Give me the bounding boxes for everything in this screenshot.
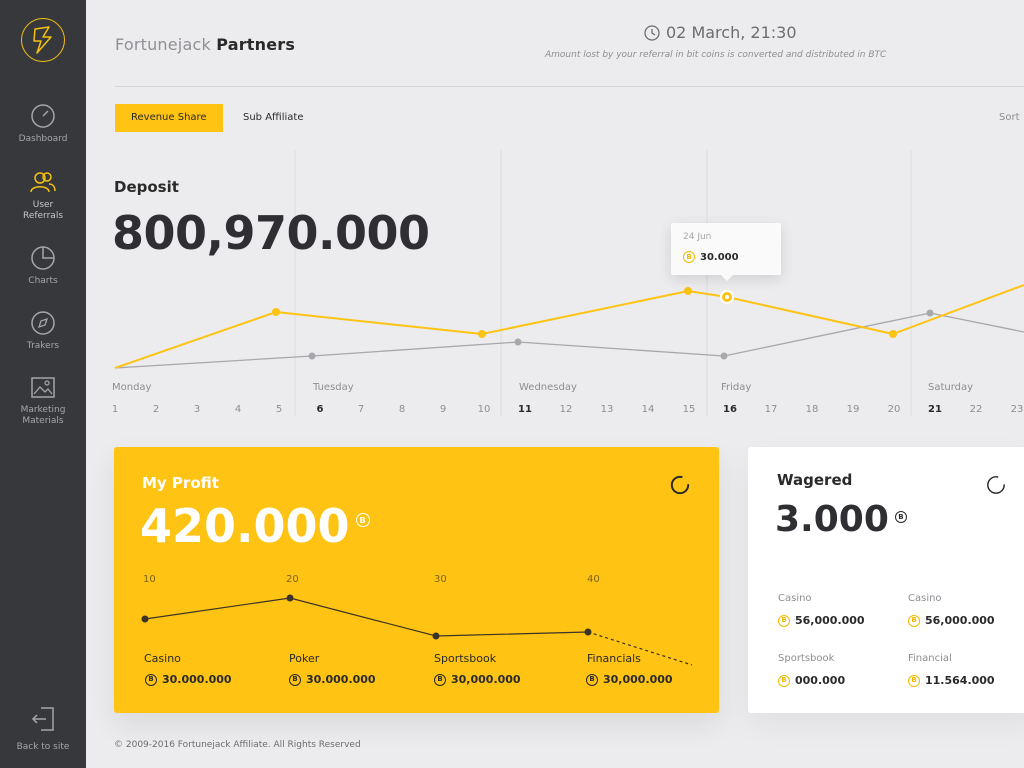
date-number[interactable]: 4 — [228, 404, 248, 415]
gray-point — [308, 352, 316, 360]
wagered-amount: B 000.000 — [778, 674, 845, 687]
wagered-category: Casino — [908, 593, 942, 604]
profit-point — [584, 628, 592, 636]
selected-point-center — [725, 295, 729, 299]
gray-point — [926, 309, 934, 317]
back-label: Back to site — [16, 742, 70, 752]
bitcoin-icon: B — [145, 673, 157, 686]
date-number[interactable]: 19 — [843, 404, 863, 415]
bitcoin-icon: B — [434, 673, 446, 686]
profit-point — [432, 632, 440, 640]
yellow-point — [684, 287, 692, 295]
profit-amount-value: 30.000.000 — [162, 673, 232, 686]
wagered-amount: B 56,000.000 — [908, 614, 995, 627]
deposit-value: 800,970.000 — [112, 206, 430, 260]
bitcoin-icon: B — [908, 674, 920, 687]
profit-category: Casino — [144, 652, 181, 665]
wagered-value-row: 3.000 B — [775, 499, 907, 540]
date-number[interactable]: 7 — [351, 404, 371, 415]
day-label: Tuesday — [313, 382, 354, 393]
wagered-amount-value: 000.000 — [795, 674, 846, 687]
profit-line — [144, 597, 589, 637]
bitcoin-icon: B — [778, 674, 790, 687]
date-number[interactable]: 21 — [925, 404, 945, 415]
tooltip-date: 24 Jun — [683, 232, 712, 242]
profit-point — [286, 594, 294, 602]
wagered-card: Wagered 3.000 B Casino Casino B 56,000.00… — [748, 447, 1024, 713]
date-number[interactable]: 3 — [187, 404, 207, 415]
date-number[interactable]: 20 — [884, 404, 904, 415]
profit-amount: B 30,000.000 — [434, 673, 521, 686]
refresh-icon[interactable] — [986, 475, 1006, 495]
date-number[interactable]: 12 — [556, 404, 576, 415]
wagered-category: Financial — [908, 653, 952, 664]
wagered-amount-value: 56,000.000 — [795, 614, 865, 627]
date-number[interactable]: 2 — [146, 404, 166, 415]
gray-point — [720, 352, 728, 360]
wagered-value: 3.000 — [775, 499, 889, 540]
date-number[interactable]: 18 — [802, 404, 822, 415]
bitcoin-icon: B — [894, 511, 907, 523]
bitcoin-icon: B — [908, 614, 920, 627]
date-number[interactable]: 10 — [474, 404, 494, 415]
chart-tooltip: 24 Jun B 30.000 — [671, 223, 781, 281]
bitcoin-icon: B — [683, 251, 695, 263]
wagered-amount-value: 11.564.000 — [925, 674, 995, 687]
bitcoin-icon: B — [586, 673, 598, 686]
profit-amount-value: 30,000.000 — [451, 673, 521, 686]
date-number[interactable]: 13 — [597, 404, 617, 415]
series-line-yellow — [114, 284, 1024, 369]
profit-amount: B 30,000.000 — [586, 673, 673, 686]
date-number[interactable]: 9 — [433, 404, 453, 415]
profit-point — [141, 615, 149, 623]
wagered-category: Sportsbook — [778, 653, 835, 664]
date-number[interactable]: 23 — [1007, 404, 1024, 415]
date-number[interactable]: 14 — [638, 404, 658, 415]
day-label: Wednesday — [519, 382, 577, 393]
profit-category: Poker — [289, 652, 320, 665]
profit-amount-value: 30,000.000 — [603, 673, 673, 686]
date-number[interactable]: 1 — [105, 404, 125, 415]
date-number[interactable]: 16 — [720, 404, 740, 415]
profit-category: Sportsbook — [434, 652, 497, 665]
wagered-amount: B 11.564.000 — [908, 674, 995, 687]
wagered-amount-value: 56,000.000 — [925, 614, 995, 627]
bitcoin-icon: B — [289, 673, 301, 686]
bitcoin-icon: B — [778, 614, 790, 627]
date-number[interactable]: 5 — [269, 404, 289, 415]
day-label: Saturday — [928, 382, 974, 393]
wagered-amount: B 56,000.000 — [778, 614, 865, 627]
my-profit-card: My Profit 420.000 B 10 20 30 40 Casino P… — [114, 447, 719, 713]
back-to-site-link[interactable]: Back to site — [0, 706, 86, 752]
yellow-point — [478, 330, 486, 338]
deposit-label: Deposit — [114, 178, 179, 196]
day-label: Monday — [112, 382, 152, 393]
gray-point — [514, 338, 522, 346]
profit-category: Financials — [587, 652, 641, 665]
exit-icon — [31, 707, 54, 731]
tooltip-value: 30.000 — [700, 251, 739, 263]
date-number[interactable]: 11 — [515, 404, 535, 415]
date-number[interactable]: 17 — [761, 404, 781, 415]
footer-copyright: © 2009-2016 Fortunejack Affiliate. All R… — [114, 740, 361, 750]
date-number[interactable]: 22 — [966, 404, 986, 415]
date-number[interactable]: 6 — [310, 404, 330, 415]
wagered-category: Casino — [778, 593, 812, 604]
wagered-title: Wagered — [777, 471, 853, 489]
profit-amount-value: 30.000.000 — [306, 673, 376, 686]
day-label: Friday — [721, 382, 752, 393]
yellow-point — [889, 330, 897, 338]
tooltip-value-row: B 30.000 — [683, 251, 739, 263]
profit-amount: B 30.000.000 — [289, 673, 376, 686]
date-number[interactable]: 8 — [392, 404, 412, 415]
yellow-point — [272, 308, 280, 316]
date-number[interactable]: 15 — [679, 404, 699, 415]
profit-amount: B 30.000.000 — [145, 673, 232, 686]
